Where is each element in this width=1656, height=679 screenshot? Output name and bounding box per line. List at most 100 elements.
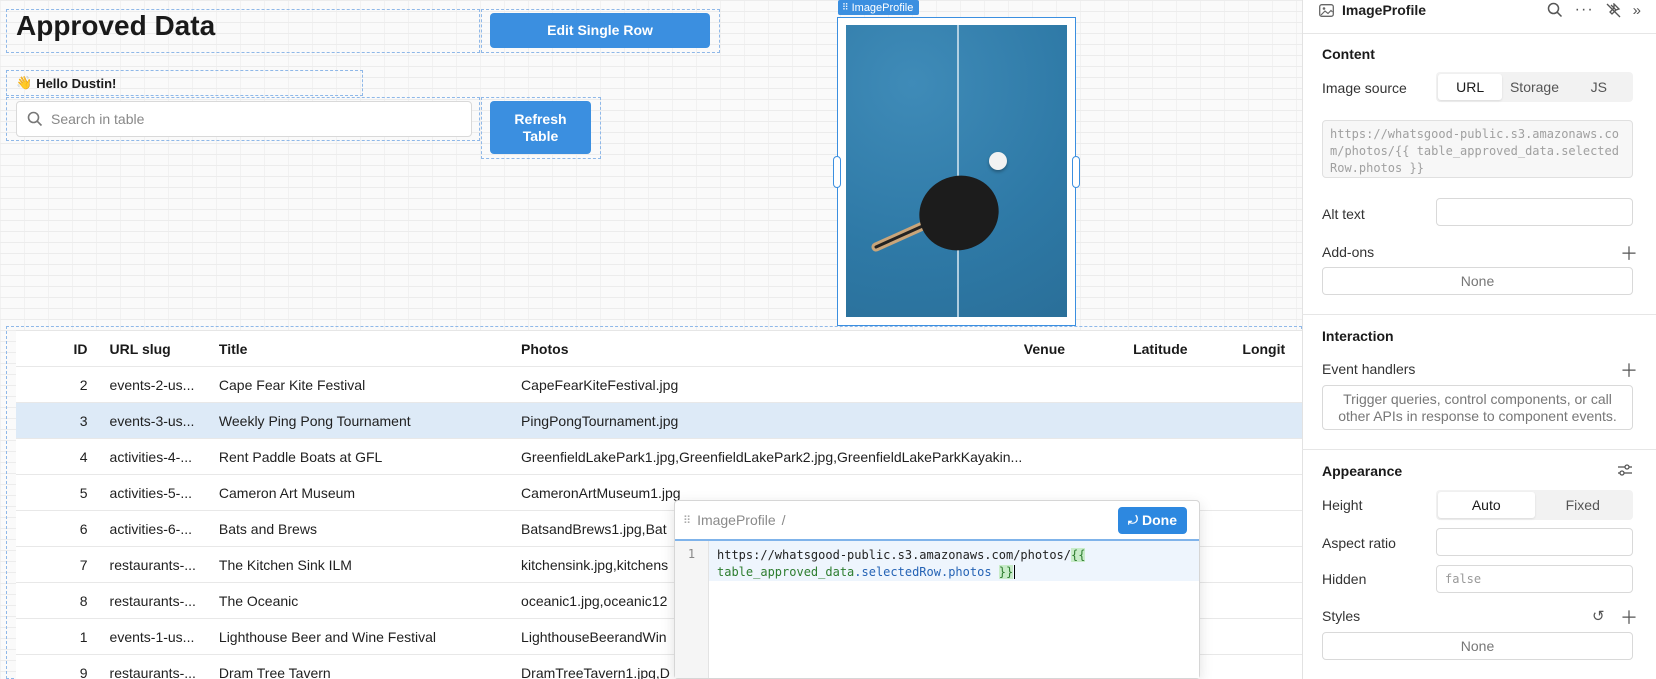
image-source-js[interactable]: JS	[1567, 74, 1631, 100]
image-source-url[interactable]: URL	[1438, 74, 1503, 100]
alt-text-input[interactable]	[1436, 198, 1633, 226]
cell-photos[interactable]: CameronArtMuseum1.jpg	[507, 485, 1024, 501]
event-handlers-empty[interactable]: Trigger queries, control components, or …	[1322, 385, 1633, 430]
component-tag-label: ImageProfile	[851, 1, 914, 14]
reset-styles-icon[interactable]: ↺	[1592, 607, 1605, 625]
hidden-input[interactable]: false	[1436, 565, 1633, 593]
code-variable: table_approved_data	[717, 565, 855, 579]
cell-id[interactable]: 1	[16, 629, 96, 645]
drag-handle-icon[interactable]: ⠿	[683, 514, 691, 527]
cell-title[interactable]: Cameron Art Museum	[205, 485, 507, 501]
height-label: Height	[1322, 497, 1363, 513]
code-open-brace: {{	[1071, 548, 1086, 562]
table-row[interactable]: 2 events-2-us... Cape Fear Kite Festival Ca…	[16, 367, 1302, 403]
styles-list: None	[1322, 632, 1633, 660]
cell-id[interactable]: 5	[16, 485, 96, 501]
cell-title[interactable]: Dram Tree Tavern	[205, 665, 507, 679]
cell-url-slug[interactable]: activities-6-...	[96, 521, 205, 537]
column-header-title[interactable]: Title	[205, 341, 507, 357]
inspector-actions: ··· »	[1547, 1, 1641, 19]
table-row[interactable]: 4 activities-4-... Rent Paddle Boats at GF…	[16, 439, 1302, 475]
more-options-icon[interactable]: ···	[1575, 1, 1594, 19]
cell-photos[interactable]: PingPongTournament.jpg	[507, 413, 1024, 429]
style-settings-icon[interactable]	[1617, 463, 1633, 477]
cell-title[interactable]: Lighthouse Beer and Wine Festival	[205, 629, 507, 645]
image-source-storage[interactable]: Storage	[1502, 74, 1566, 100]
search-icon[interactable]	[1547, 2, 1563, 18]
page-title: Approved Data	[16, 10, 216, 41]
code-editor[interactable]: 1 https://whatsgood-public.s3.amazonaws.…	[675, 539, 1199, 678]
code-property: .selectedRow.photos	[854, 565, 992, 579]
height-auto[interactable]: Auto	[1438, 492, 1535, 518]
code-close-brace: }}	[998, 565, 1014, 579]
cell-id[interactable]: 4	[16, 449, 96, 465]
add-style-icon[interactable]: ＋	[1620, 604, 1638, 630]
search-icon	[27, 111, 43, 127]
cell-title[interactable]: Rent Paddle Boats at GFL	[205, 449, 507, 465]
cell-url-slug[interactable]: restaurants-...	[96, 557, 205, 573]
cell-id[interactable]: 2	[16, 377, 96, 393]
cell-url-slug[interactable]: events-3-us...	[96, 413, 205, 429]
aspect-ratio-input[interactable]	[1436, 528, 1633, 556]
popover-component-name: ImageProfile	[697, 512, 776, 528]
drag-handle-icon: ⠿	[842, 2, 849, 12]
unpin-icon[interactable]	[1606, 2, 1621, 18]
popover-title: ⠿ ImageProfile /	[683, 512, 786, 528]
add-event-handler-icon[interactable]: ＋	[1620, 357, 1638, 383]
component-tag[interactable]: ⠿ ImageProfile	[838, 0, 920, 15]
edit-single-row-button[interactable]: Edit Single Row	[490, 13, 710, 48]
code-url-prefix: https://whatsgood-public.s3.amazonaws.co…	[717, 548, 1072, 562]
code-content[interactable]: https://whatsgood-public.s3.amazonaws.co…	[709, 541, 1199, 678]
popover-header: ⠿ ImageProfile / ⤾ Done	[675, 501, 1199, 539]
aspect-ratio-label: Aspect ratio	[1322, 535, 1396, 551]
image-source-selector[interactable]: URL Storage JS	[1436, 72, 1633, 102]
column-header-latitude[interactable]: Latitude	[1133, 341, 1242, 357]
cell-url-slug[interactable]: events-1-us...	[96, 629, 205, 645]
height-selector[interactable]: Auto Fixed	[1436, 490, 1633, 520]
done-button[interactable]: ⤾ Done	[1118, 506, 1187, 534]
column-header-url-slug[interactable]: URL slug	[96, 341, 205, 357]
cell-photos[interactable]: GreenfieldLakePark1.jpg,GreenfieldLakePa…	[507, 449, 1024, 465]
cell-title[interactable]: The Kitchen Sink ILM	[205, 557, 507, 573]
collapse-panel-icon[interactable]: »	[1633, 2, 1641, 19]
text-cursor	[1014, 565, 1016, 579]
cell-photos[interactable]: CapeFearKiteFestival.jpg	[507, 377, 1024, 393]
divider	[1302, 449, 1656, 450]
image-profile-component[interactable]	[833, 17, 1080, 326]
table-header: ID URL slug Title Photos Venue Latitude …	[16, 331, 1302, 367]
paddle-graphic	[871, 175, 999, 252]
inspector-title: ImageProfile	[1319, 2, 1426, 18]
cell-url-slug[interactable]: restaurants-...	[96, 593, 205, 609]
cell-id[interactable]: 6	[16, 521, 96, 537]
column-header-id[interactable]: ID	[16, 341, 96, 357]
column-header-longitude[interactable]: Longit	[1242, 341, 1302, 357]
cell-id[interactable]: 3	[16, 413, 96, 429]
appearance-section-title: Appearance	[1322, 463, 1403, 479]
cell-id[interactable]: 8	[16, 593, 96, 609]
table-search[interactable]	[16, 101, 472, 137]
cell-id[interactable]: 7	[16, 557, 96, 573]
cell-id[interactable]: 9	[16, 665, 96, 679]
styles-label: Styles	[1322, 608, 1361, 624]
cell-title[interactable]: Cape Fear Kite Festival	[205, 377, 507, 393]
popover-separator: /	[781, 512, 786, 528]
search-input[interactable]	[51, 111, 451, 127]
image-url-input[interactable]: https://whatsgood-public.s3.amazonaws.co…	[1322, 120, 1633, 178]
cell-url-slug[interactable]: events-2-us...	[96, 377, 205, 393]
divider	[1302, 314, 1656, 315]
cell-title[interactable]: Bats and Brews	[205, 521, 507, 537]
cell-title[interactable]: Weekly Ping Pong Tournament	[205, 413, 507, 429]
cell-title[interactable]: The Oceanic	[205, 593, 507, 609]
height-fixed[interactable]: Fixed	[1535, 492, 1632, 518]
cell-url-slug[interactable]: restaurants-...	[96, 665, 205, 679]
resize-handle-left[interactable]	[833, 156, 841, 188]
table-row[interactable]: 3 events-3-us... Weekly Ping Pong Tourname…	[16, 403, 1302, 439]
cell-url-slug[interactable]: activities-5-...	[96, 485, 205, 501]
column-header-venue[interactable]: Venue	[1024, 341, 1133, 357]
cell-url-slug[interactable]: activities-4-...	[96, 449, 205, 465]
add-addon-icon[interactable]: ＋	[1620, 240, 1638, 266]
hidden-label: Hidden	[1322, 571, 1367, 587]
resize-handle-right[interactable]	[1072, 156, 1080, 188]
column-header-photos[interactable]: Photos	[507, 341, 1024, 357]
refresh-table-button[interactable]: Refresh Table	[490, 101, 591, 154]
